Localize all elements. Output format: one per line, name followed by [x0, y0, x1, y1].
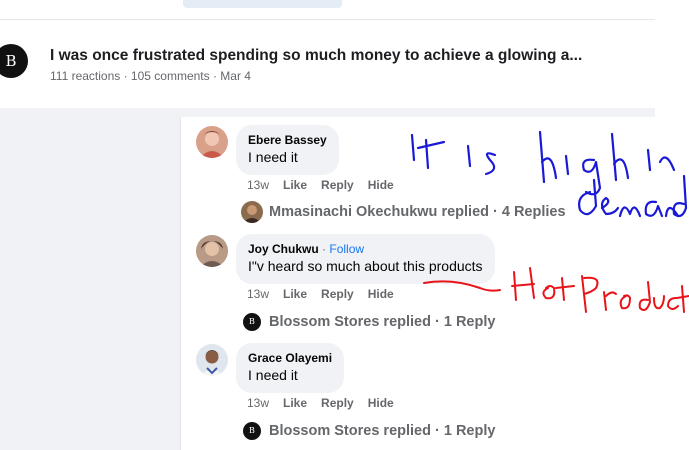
- comment-time[interactable]: 13w: [247, 396, 269, 410]
- commenter-name[interactable]: Ebere Bassey: [248, 132, 327, 148]
- commenter-name[interactable]: Joy Chukwu: [248, 242, 319, 256]
- view-replies-link[interactable]: Blossom Stores replied · 1 Reply: [269, 423, 495, 439]
- comment-bubble: Grace Olayemi I need it: [236, 343, 345, 393]
- comment-time[interactable]: 13w: [247, 287, 269, 301]
- post-row[interactable]: B I was once frustrated spending so much…: [0, 38, 655, 98]
- like-button[interactable]: Like: [283, 178, 307, 192]
- avatar[interactable]: [196, 235, 228, 267]
- like-button[interactable]: Like: [283, 396, 307, 410]
- name-separator: ·: [322, 242, 327, 256]
- divider: [0, 19, 655, 20]
- comment-actions: 13w Like Reply Hide: [247, 287, 408, 301]
- commenter-name[interactable]: Grace Olayemi: [248, 350, 332, 366]
- hide-button[interactable]: Hide: [368, 396, 394, 410]
- view-replies-link[interactable]: Mmasinachi Okechukwu replied · 4 Replies: [269, 204, 566, 220]
- comment-actions: 13w Like Reply Hide: [247, 178, 408, 192]
- post-meta: 111 reactions · 105 comments · Mar 4: [50, 69, 251, 83]
- comments-panel: Ebere Bassey I need it 13w Like Reply Hide …: [180, 117, 655, 450]
- reply-avatar[interactable]: B: [243, 313, 261, 331]
- top-strip: [183, 0, 342, 8]
- comment-text: I need it: [248, 149, 298, 165]
- reply-button[interactable]: Reply: [321, 178, 354, 192]
- commenter-name-row: Joy Chukwu · Follow: [248, 241, 483, 257]
- view-replies-link[interactable]: Blossom Stores replied · 1 Reply: [269, 314, 495, 330]
- like-button[interactable]: Like: [283, 287, 307, 301]
- reply-avatar[interactable]: [241, 201, 263, 223]
- comment-bubble: Joy Chukwu · Follow I"v heard so much ab…: [236, 234, 495, 284]
- hide-button[interactable]: Hide: [368, 287, 394, 301]
- comment-time[interactable]: 13w: [247, 178, 269, 192]
- comment-text: I need it: [248, 367, 298, 383]
- follow-button[interactable]: Follow: [329, 242, 364, 256]
- hide-button[interactable]: Hide: [368, 178, 394, 192]
- reply-avatar[interactable]: B: [243, 422, 261, 440]
- avatar[interactable]: [196, 126, 228, 158]
- post-title[interactable]: I was once frustrated spending so much m…: [50, 47, 582, 65]
- comment-bubble: Ebere Bassey I need it: [236, 125, 339, 175]
- page-logo[interactable]: B: [0, 44, 28, 78]
- comment-actions: 13w Like Reply Hide: [247, 396, 408, 410]
- avatar[interactable]: [196, 344, 228, 376]
- reply-button[interactable]: Reply: [321, 396, 354, 410]
- reply-button[interactable]: Reply: [321, 287, 354, 301]
- comment-text: I"v heard so much about this products: [248, 258, 483, 274]
